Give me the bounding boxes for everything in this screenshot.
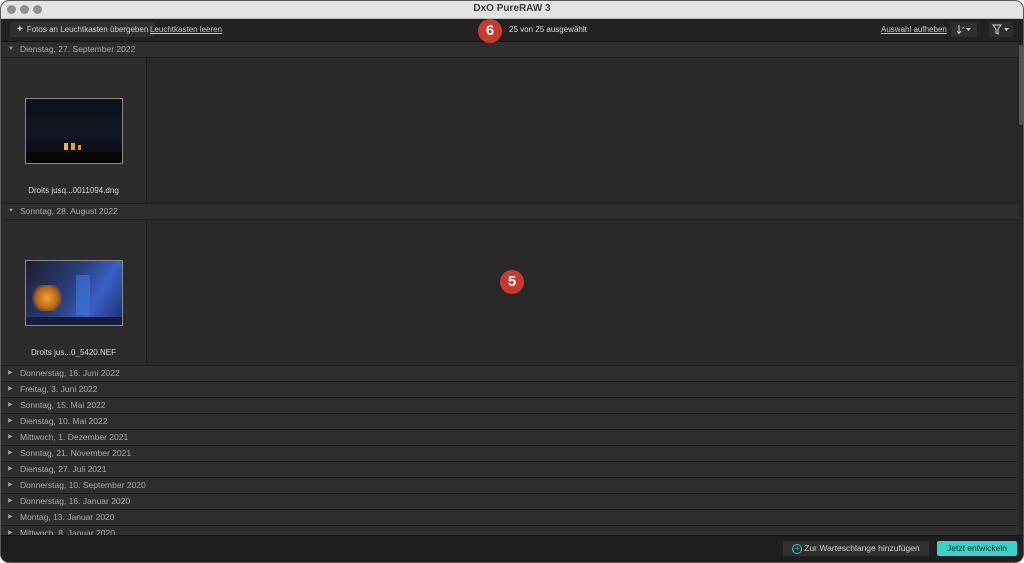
collapse-triangle-icon: ▶ <box>8 466 13 472</box>
plus-icon: + <box>17 24 23 35</box>
date-group-label: Dienstag, 27. Juli 2021 <box>20 464 107 474</box>
svg-text:z: z <box>962 25 964 30</box>
collapse-triangle-icon: ▶ <box>8 482 13 488</box>
date-group-label: Dienstag, 27. September 2022 <box>20 44 136 54</box>
date-group-label: Sonntag, 28. August 2022 <box>20 206 118 216</box>
photo-thumbnail[interactable] <box>25 98 123 164</box>
process-now-button[interactable]: Jetzt entwickeln <box>937 541 1017 556</box>
app-window: DxO PureRAW 3 + Fotos an Leuchtkasten übe… <box>0 0 1024 563</box>
photo-tile[interactable]: Droits jusq...0011094.dng <box>1 58 147 203</box>
date-group-label: Donnerstag, 16. Januar 2020 <box>20 496 131 506</box>
date-group-header[interactable]: ▶ Dienstag, 10. Mai 2022 <box>1 414 1019 430</box>
collapse-triangle-icon: ▶ <box>8 530 13 535</box>
date-group-header[interactable]: ▶ Freitag, 3. Juni 2022 <box>1 382 1019 398</box>
deselect-link[interactable]: Auswahl aufheben <box>881 25 947 34</box>
filter-icon <box>992 24 1009 36</box>
date-group-header[interactable]: ▶ Mittwoch, 1. Dezember 2021 <box>1 430 1019 446</box>
photo-filename: Droits jus...0_5420.NEF <box>31 348 116 357</box>
date-group-label: Donnerstag, 10. September 2020 <box>20 480 146 490</box>
date-group-label: Donnerstag, 16. Juni 2022 <box>20 368 120 378</box>
date-group-label: Freitag, 3. Juni 2022 <box>20 384 98 394</box>
date-group-header[interactable]: ▶ Donnerstag, 16. Juni 2022 <box>1 366 1019 382</box>
add-photos-label: Fotos an Leuchtkasten übergeben <box>26 25 149 34</box>
add-photos-button[interactable]: + Fotos an Leuchtkasten übergeben <box>10 22 156 37</box>
clear-lightbox-link[interactable]: Leuchtkasten leeren <box>150 25 222 34</box>
footer-bar: + Zur Warteschlange hinzufügen Jetzt entw… <box>1 535 1023 562</box>
expand-triangle-icon: ▼ <box>8 208 14 214</box>
add-to-queue-button[interactable]: + Zur Warteschlange hinzufügen <box>783 541 929 556</box>
collapse-triangle-icon: ▶ <box>8 514 13 520</box>
collapse-triangle-icon: ▶ <box>8 498 13 504</box>
window-title: DxO PureRAW 3 <box>473 3 551 14</box>
date-group-label: Montag, 13. Januar 2020 <box>20 512 115 522</box>
collapse-triangle-icon: ▶ <box>8 402 13 408</box>
date-group-header[interactable]: ▶ Donnerstag, 16. Januar 2020 <box>1 494 1019 510</box>
callout-badge: 5 <box>500 270 524 294</box>
selection-count: 25 von 25 ausgewählt <box>509 25 587 34</box>
collapse-triangle-icon: ▶ <box>8 386 13 392</box>
date-group-header[interactable]: ▶ Dienstag, 27. Juli 2021 <box>1 462 1019 478</box>
photo-tile[interactable]: Droits jus...0_5420.NEF <box>1 220 147 365</box>
photo-thumbnail[interactable] <box>25 260 123 326</box>
date-group-header[interactable]: ▶ Montag, 13. Januar 2020 <box>1 510 1019 526</box>
sort-icon: z <box>956 25 971 35</box>
photo-filename: Droits jusq...0011094.dng <box>28 186 119 195</box>
collapse-triangle-icon: ▶ <box>8 370 13 376</box>
toolbar: + Fotos an Leuchtkasten übergeben Leuchtk… <box>1 19 1023 42</box>
date-group-label: Sonntag, 21. November 2021 <box>20 448 132 458</box>
date-group-label: Dienstag, 10. Mai 2022 <box>20 416 108 426</box>
date-group-label: Mittwoch, 1. Dezember 2021 <box>20 432 129 442</box>
filter-button[interactable] <box>989 22 1013 37</box>
add-to-queue-label: Zur Warteschlange hinzufügen <box>804 543 920 553</box>
date-group-label: Sonntag, 15. Mai 2022 <box>20 400 106 410</box>
scrollbar-thumb[interactable] <box>1019 45 1023 125</box>
sort-button[interactable]: z <box>951 22 977 37</box>
date-group-header[interactable]: ▶ Sonntag, 15. Mai 2022 <box>1 398 1019 414</box>
expand-triangle-icon: ▼ <box>8 46 14 52</box>
date-group-header[interactable]: ▼ Sonntag, 28. August 2022 <box>1 204 1019 220</box>
date-group-header[interactable]: ▶ Donnerstag, 10. September 2020 <box>1 478 1019 494</box>
date-group-label: Mittwoch, 8. Januar 2020 <box>20 528 115 535</box>
collapse-triangle-icon: ▶ <box>8 418 13 424</box>
collapse-triangle-icon: ▶ <box>8 450 13 456</box>
title-bar: DxO PureRAW 3 <box>1 1 1023 19</box>
collapse-triangle-icon: ▶ <box>8 434 13 440</box>
date-group-header[interactable]: ▼ Dienstag, 27. September 2022 <box>1 42 1019 58</box>
photo-row: Droits jusq...0011094.dng <box>1 58 1019 204</box>
date-group-header[interactable]: ▶ Sonntag, 21. November 2021 <box>1 446 1019 462</box>
date-group-header[interactable]: ▶ Mittwoch, 8. Januar 2020 <box>1 526 1019 535</box>
add-circle-icon: + <box>792 543 803 554</box>
callout-badge: 6 <box>478 19 502 43</box>
